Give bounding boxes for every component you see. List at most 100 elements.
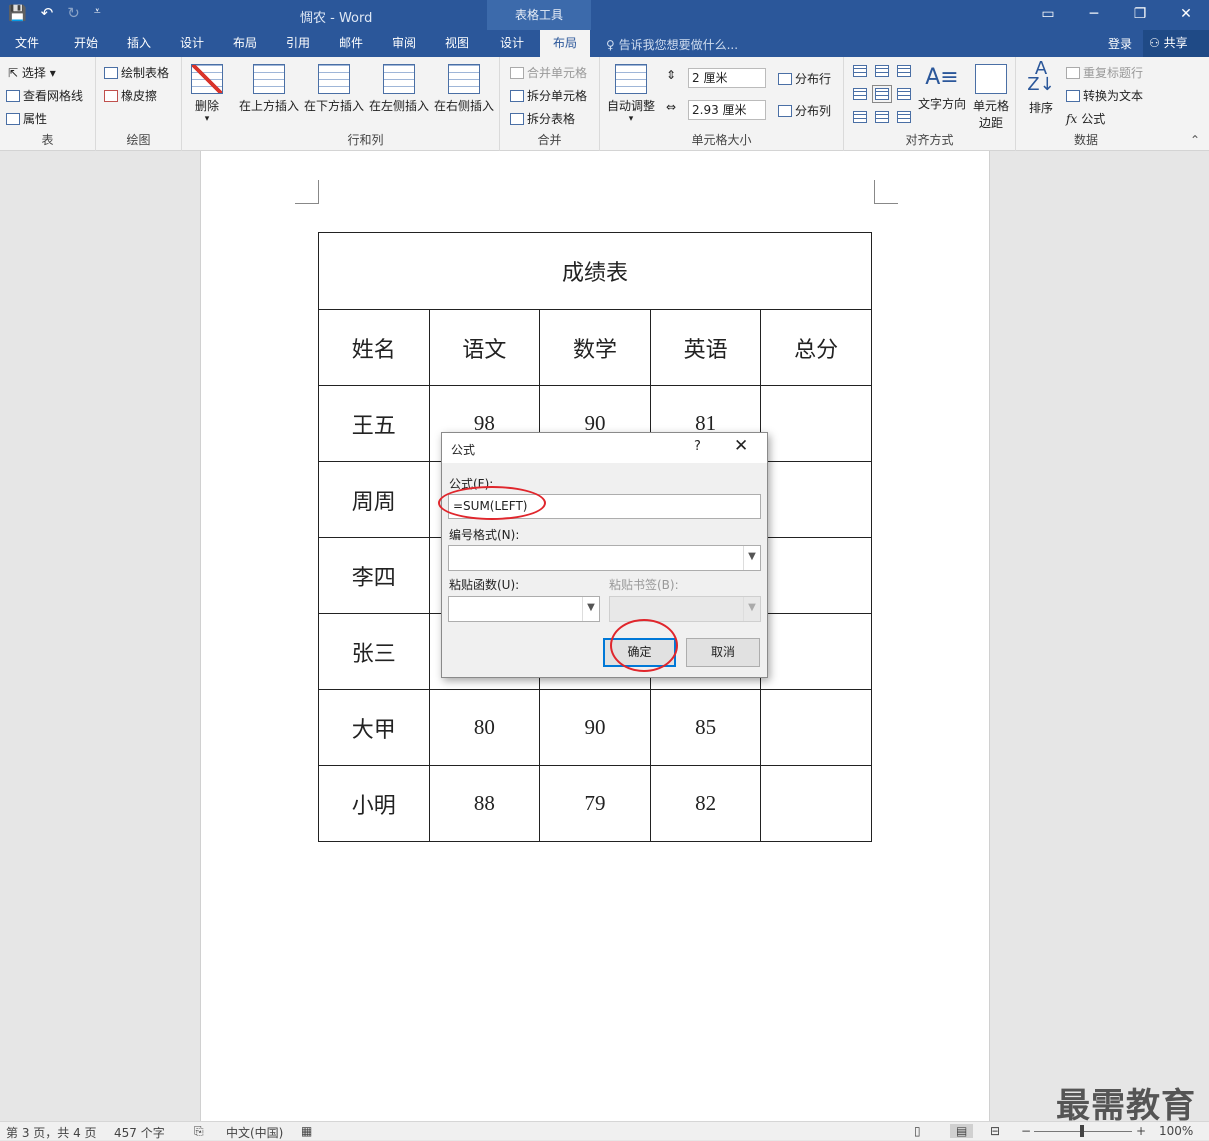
total-cell[interactable] bbox=[760, 765, 872, 842]
customize-qat-icon[interactable]: ⩡ bbox=[94, 4, 101, 22]
split-cells-button[interactable]: 拆分单元格 bbox=[510, 87, 587, 104]
score-cell[interactable]: 79 bbox=[539, 765, 651, 842]
align-middle-right-icon[interactable] bbox=[897, 88, 911, 100]
tab-insert[interactable]: 插入 bbox=[113, 30, 165, 57]
read-mode-icon[interactable]: ▯ bbox=[914, 1124, 921, 1138]
score-cell[interactable]: 88 bbox=[428, 765, 541, 842]
help-button[interactable]: ? bbox=[694, 439, 701, 454]
align-bottom-left-icon[interactable] bbox=[853, 111, 867, 123]
distribute-rows-button[interactable]: 分布行 bbox=[778, 70, 831, 87]
properties-button[interactable]: 属性 bbox=[6, 110, 47, 127]
sign-in-link[interactable]: 登录 bbox=[1108, 35, 1132, 52]
total-cell[interactable] bbox=[760, 613, 872, 690]
total-cell[interactable] bbox=[760, 689, 872, 766]
formula-button[interactable]: fx 公式 bbox=[1066, 110, 1105, 127]
select-button[interactable]: ⇱ 选择 ▾ bbox=[8, 64, 56, 81]
score-cell[interactable]: 85 bbox=[649, 689, 762, 766]
print-layout-icon[interactable]: ▤ bbox=[950, 1124, 974, 1138]
name-cell[interactable]: 李四 bbox=[318, 537, 430, 614]
header-cell[interactable]: 英语 bbox=[649, 309, 762, 386]
cancel-button[interactable]: 取消 bbox=[686, 638, 760, 667]
paste-function-select[interactable]: ▼ bbox=[448, 596, 600, 622]
zoom-out-button[interactable]: − bbox=[1021, 1124, 1031, 1138]
autofit-button[interactable]: 自动调整 ▾ bbox=[604, 64, 658, 124]
tab-mailings[interactable]: 邮件 bbox=[325, 30, 377, 57]
name-cell[interactable]: 王五 bbox=[318, 385, 430, 462]
close-button[interactable]: ✕ bbox=[1163, 0, 1209, 30]
name-cell[interactable]: 小明 bbox=[318, 765, 430, 842]
delete-button[interactable]: 删除 ▾ bbox=[190, 64, 224, 124]
page-count[interactable]: 第 3 页，共 4 页 bbox=[6, 1124, 97, 1141]
collapse-ribbon-icon[interactable]: ⌃ bbox=[1190, 133, 1200, 147]
paste-function-label: 粘贴函数(U): bbox=[449, 578, 520, 592]
paste-bookmark-select[interactable]: ▼ bbox=[609, 596, 761, 622]
align-top-left-icon[interactable] bbox=[853, 65, 867, 77]
tab-layout[interactable]: 布局 bbox=[219, 30, 271, 57]
macro-icon[interactable]: ▦ bbox=[301, 1124, 312, 1138]
tab-file[interactable]: 文件 bbox=[0, 30, 54, 57]
draw-table-button[interactable]: 绘制表格 bbox=[104, 64, 169, 81]
score-cell[interactable]: 80 bbox=[428, 689, 541, 766]
group-alignment: A≡ 文字方向 单元格 边距 对齐方式 bbox=[844, 57, 1016, 151]
merge-cells-button[interactable]: 合并单元格 bbox=[510, 64, 587, 81]
repeat-header-rows-button[interactable]: 重复标题行 bbox=[1066, 64, 1143, 81]
align-middle-center-icon[interactable] bbox=[872, 85, 892, 103]
word-count[interactable]: 457 个字 bbox=[114, 1124, 165, 1141]
tab-references[interactable]: 引用 bbox=[272, 30, 324, 57]
split-table-button[interactable]: 拆分表格 bbox=[510, 110, 575, 127]
ribbon-display-options-icon[interactable]: ▭ bbox=[1025, 0, 1071, 30]
number-format-select[interactable]: ▼ bbox=[448, 545, 761, 571]
undo-icon[interactable]: ↶ bbox=[41, 4, 54, 22]
total-cell[interactable] bbox=[760, 461, 872, 538]
insert-above-button[interactable]: 在上方插入 bbox=[236, 64, 302, 114]
align-top-right-icon[interactable] bbox=[897, 65, 911, 77]
align-top-center-icon[interactable] bbox=[875, 65, 889, 77]
view-gridlines-button[interactable]: 查看网格线 bbox=[6, 87, 83, 104]
name-cell[interactable]: 周周 bbox=[318, 461, 430, 538]
name-cell[interactable]: 大甲 bbox=[318, 689, 430, 766]
convert-to-text-button[interactable]: 转换为文本 bbox=[1066, 87, 1143, 104]
insert-below-button[interactable]: 在下方插入 bbox=[302, 64, 366, 114]
language-indicator[interactable]: 中文(中国) bbox=[226, 1124, 283, 1141]
tab-design[interactable]: 设计 bbox=[166, 30, 218, 57]
column-width-input[interactable]: 2.93 厘米 bbox=[688, 100, 766, 120]
minimize-button[interactable]: ─ bbox=[1071, 0, 1117, 30]
align-bottom-right-icon[interactable] bbox=[897, 111, 911, 123]
align-bottom-center-icon[interactable] bbox=[875, 111, 889, 123]
align-middle-left-icon[interactable] bbox=[853, 88, 867, 100]
redo-icon[interactable]: ↻ bbox=[67, 4, 80, 22]
tab-home[interactable]: 开始 bbox=[60, 30, 112, 57]
column-width-icon: ⇔ bbox=[666, 100, 677, 114]
tab-table-layout[interactable]: 布局 bbox=[540, 30, 590, 57]
share-button[interactable]: ⚇ 共享 bbox=[1143, 30, 1209, 57]
restore-button[interactable]: ❐ bbox=[1117, 0, 1163, 30]
dialog-close-button[interactable]: ✕ bbox=[734, 436, 748, 456]
text-direction-button[interactable]: A≡ 文字方向 bbox=[916, 61, 968, 112]
table-title-cell[interactable]: 成绩表 bbox=[318, 232, 872, 310]
distribute-columns-button[interactable]: 分布列 bbox=[778, 102, 831, 119]
total-cell[interactable] bbox=[760, 537, 872, 614]
header-cell[interactable]: 总分 bbox=[760, 309, 872, 386]
insert-left-button[interactable]: 在左侧插入 bbox=[367, 64, 431, 114]
insert-right-button[interactable]: 在右侧插入 bbox=[432, 64, 496, 114]
header-cell[interactable]: 姓名 bbox=[318, 309, 430, 386]
cell-margins-button[interactable]: 单元格 边距 bbox=[968, 64, 1014, 131]
row-height-input[interactable]: 2 厘米 bbox=[688, 68, 766, 88]
web-layout-icon[interactable]: ⊟ bbox=[990, 1124, 1000, 1138]
sort-button[interactable]: A Z↓ 排序 bbox=[1022, 60, 1060, 116]
tab-view[interactable]: 视图 bbox=[431, 30, 483, 57]
name-cell[interactable]: 张三 bbox=[318, 613, 430, 690]
header-cell[interactable]: 数学 bbox=[539, 309, 651, 386]
tell-me-box[interactable]: ♀ 告诉我您想要做什么... bbox=[606, 36, 738, 53]
group-cell-size: 自动调整 ▾ ⇕ 2 厘米 ⇔ 2.93 厘米 分布行 分布列 单元格大小 bbox=[600, 57, 844, 151]
tab-review[interactable]: 审阅 bbox=[378, 30, 430, 57]
eraser-button[interactable]: 橡皮擦 bbox=[104, 87, 157, 104]
score-cell[interactable]: 82 bbox=[649, 765, 762, 842]
dialog-title: 公式 bbox=[451, 443, 476, 457]
proofing-icon[interactable]: ⎘ bbox=[194, 1124, 204, 1139]
save-icon[interactable]: 💾 bbox=[8, 4, 27, 22]
header-cell[interactable]: 语文 bbox=[428, 309, 541, 386]
score-cell[interactable]: 90 bbox=[539, 689, 651, 766]
tab-table-design[interactable]: 设计 bbox=[488, 30, 536, 57]
total-cell[interactable] bbox=[760, 385, 872, 462]
